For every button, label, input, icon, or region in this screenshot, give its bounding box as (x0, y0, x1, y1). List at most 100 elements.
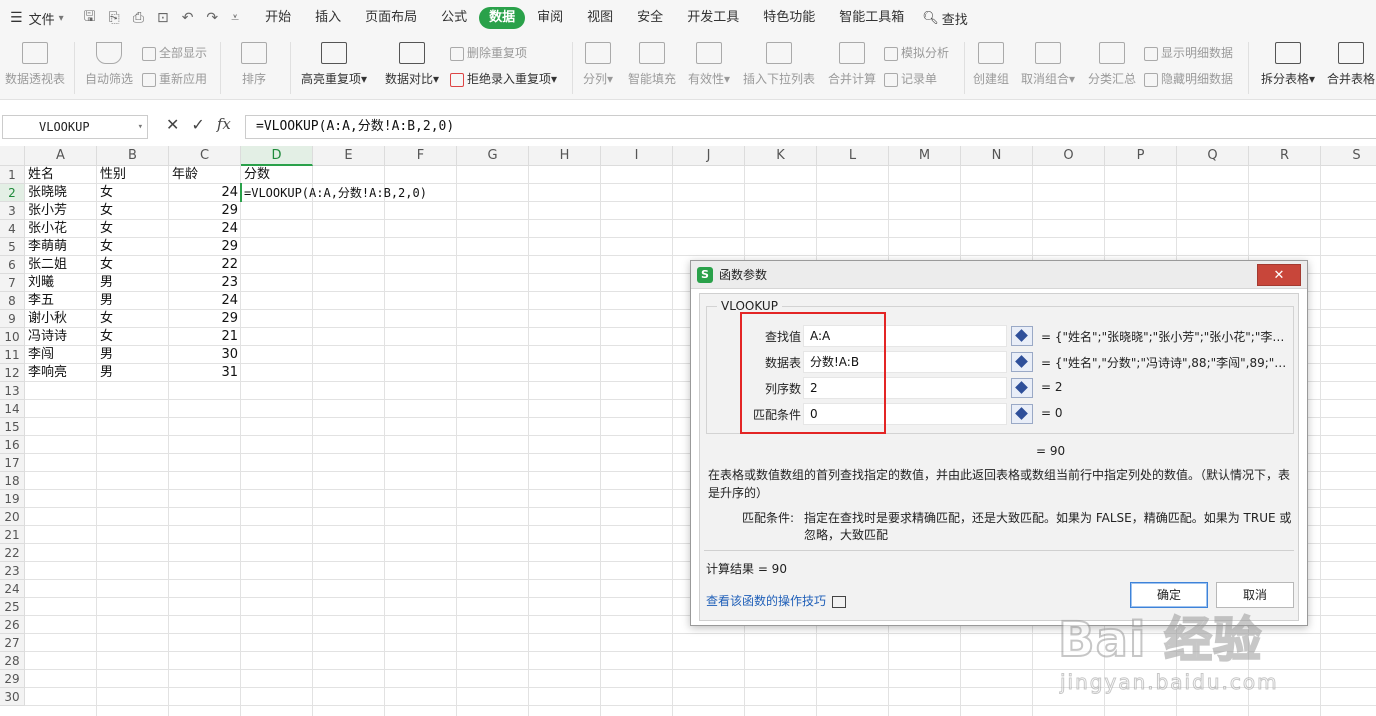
undo-icon[interactable]: ↶ (182, 10, 194, 26)
tab-special[interactable]: 特色功能 (751, 7, 827, 29)
table-cell[interactable]: 李闯 (25, 346, 97, 364)
row-header-20[interactable]: 20 (0, 508, 25, 526)
table-cell[interactable]: 女 (97, 184, 169, 202)
tab-formulas[interactable]: 公式 (429, 7, 479, 29)
table-cell[interactable]: 30 (169, 346, 241, 364)
autofilter-button[interactable]: 自动筛选 (84, 42, 134, 87)
table-cell[interactable]: 24 (169, 184, 241, 202)
row-header-19[interactable]: 19 (0, 490, 25, 508)
row-header-26[interactable]: 26 (0, 616, 25, 634)
close-button[interactable]: ✕ (1257, 264, 1301, 286)
table-cell[interactable]: 女 (97, 220, 169, 238)
save-icon[interactable]: 🖫 (84, 6, 96, 30)
column-header-j[interactable]: J (673, 146, 745, 166)
table-cell[interactable]: 李五 (25, 292, 97, 310)
table-cell[interactable]: 24 (169, 292, 241, 310)
formula-input[interactable]: =VLOOKUP(A:A,分数!A:B,2,0) (245, 115, 1376, 139)
merge-calc-button[interactable]: 合并计算 (826, 42, 878, 87)
hide-detail-button[interactable]: 隐藏明细数据 (1144, 70, 1233, 87)
column-header-d[interactable]: D (241, 146, 313, 166)
show-detail-button[interactable]: 显示明细数据 (1144, 44, 1233, 61)
column-header-r[interactable]: R (1249, 146, 1321, 166)
table-cell[interactable]: 24 (169, 220, 241, 238)
merge-table-button[interactable]: 合并表格 (1326, 42, 1376, 87)
column-header-l[interactable]: L (817, 146, 889, 166)
collapse-dialog-icon[interactable] (1011, 378, 1033, 398)
table-cell[interactable]: 李响亮 (25, 364, 97, 382)
column-header-a[interactable]: A (25, 146, 97, 166)
file-menu[interactable]: ☰ 文件 ▾ (0, 0, 72, 36)
row-header-18[interactable]: 18 (0, 472, 25, 490)
table-cell[interactable]: 女 (97, 202, 169, 220)
tab-toolbox[interactable]: 智能工具箱 (827, 7, 916, 29)
row-header-28[interactable]: 28 (0, 652, 25, 670)
row-header-27[interactable]: 27 (0, 634, 25, 652)
column-header-p[interactable]: P (1105, 146, 1177, 166)
print-preview-icon[interactable]: ⊡ (157, 10, 169, 26)
column-header-n[interactable]: N (961, 146, 1033, 166)
insert-dropdown-button[interactable]: 插入下拉列表 (742, 42, 816, 87)
column-header-q[interactable]: Q (1177, 146, 1249, 166)
header-cell[interactable]: 分数 (241, 166, 313, 184)
row-header-14[interactable]: 14 (0, 400, 25, 418)
tab-security[interactable]: 安全 (625, 7, 675, 29)
row-header-12[interactable]: 12 (0, 364, 25, 382)
table-cell[interactable]: 张二姐 (25, 256, 97, 274)
row-header-13[interactable]: 13 (0, 382, 25, 400)
tab-review[interactable]: 审阅 (525, 7, 575, 29)
function-icon[interactable]: fx (217, 115, 231, 134)
column-header-s[interactable]: S (1321, 146, 1376, 166)
sort-button[interactable]: 排序 (228, 42, 280, 87)
select-all-corner[interactable] (0, 146, 25, 166)
row-header-17[interactable]: 17 (0, 454, 25, 472)
column-header-b[interactable]: B (97, 146, 169, 166)
search-button[interactable]: 🔍︎ 查找 (916, 9, 968, 28)
tab-developer[interactable]: 开发工具 (675, 7, 751, 29)
table-cell[interactable]: 男 (97, 364, 169, 382)
tab-page-layout[interactable]: 页面布局 (353, 7, 429, 29)
remove-duplicates-button[interactable]: 删除重复项 (450, 44, 527, 61)
header-cell[interactable]: 年龄 (169, 166, 241, 184)
row-header-5[interactable]: 5 (0, 238, 25, 256)
name-box[interactable]: VLOOKUP ▾ (2, 115, 148, 139)
row-header-2[interactable]: 2 (0, 184, 25, 202)
row-header-11[interactable]: 11 (0, 346, 25, 364)
row-header-8[interactable]: 8 (0, 292, 25, 310)
table-cell[interactable]: 女 (97, 328, 169, 346)
column-header-g[interactable]: G (457, 146, 529, 166)
column-header-i[interactable]: I (601, 146, 673, 166)
table-cell[interactable]: 男 (97, 274, 169, 292)
reject-duplicates-button[interactable]: 拒绝录入重复项▾ (450, 70, 557, 87)
redo-icon[interactable]: ↷ (206, 10, 218, 26)
collapse-dialog-icon[interactable] (1011, 326, 1033, 346)
table-cell[interactable]: 李萌萌 (25, 238, 97, 256)
table-cell[interactable]: 29 (169, 238, 241, 256)
collapse-dialog-icon[interactable] (1011, 352, 1033, 372)
row-header-21[interactable]: 21 (0, 526, 25, 544)
chevron-down-icon[interactable]: ▾ (138, 116, 143, 138)
header-cell[interactable]: 性别 (97, 166, 169, 184)
table-cell[interactable]: 女 (97, 256, 169, 274)
table-cell[interactable]: 谢小秋 (25, 310, 97, 328)
subtotal-button[interactable]: 分类汇总 (1086, 42, 1138, 87)
row-header-6[interactable]: 6 (0, 256, 25, 274)
tab-home[interactable]: 开始 (253, 7, 303, 29)
smart-fill-button[interactable]: 智能填充 (626, 42, 678, 87)
table-cell[interactable]: 张小芳 (25, 202, 97, 220)
data-compare-button[interactable]: 数据对比▾ (380, 42, 444, 87)
table-cell[interactable]: 29 (169, 310, 241, 328)
highlight-duplicates-button[interactable]: 高亮重复项▾ (298, 42, 370, 87)
row-header-30[interactable]: 30 (0, 688, 25, 706)
row-header-4[interactable]: 4 (0, 220, 25, 238)
format-painter-icon[interactable]: ⎘ (109, 10, 120, 26)
customize-icon[interactable]: ⩡ (231, 10, 239, 26)
column-header-f[interactable]: F (385, 146, 457, 166)
row-header-22[interactable]: 22 (0, 544, 25, 562)
tab-view[interactable]: 视图 (575, 7, 625, 29)
table-cell[interactable]: 22 (169, 256, 241, 274)
table-cell[interactable]: 女 (97, 238, 169, 256)
row-header-25[interactable]: 25 (0, 598, 25, 616)
split-table-button[interactable]: 拆分表格▾ (1256, 42, 1320, 87)
table-cell[interactable]: 男 (97, 346, 169, 364)
simulate-analysis-button[interactable]: 模拟分析 (884, 44, 949, 61)
